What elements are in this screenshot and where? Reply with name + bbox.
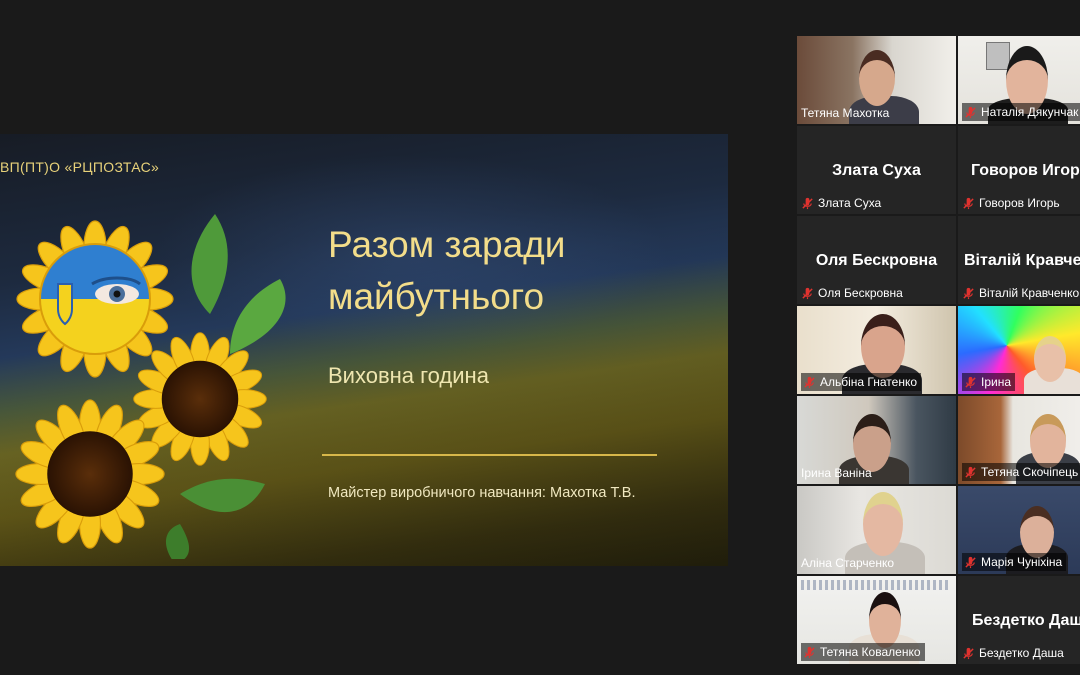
muted-mic-icon [965,466,976,478]
participant-name: Бездетко Даша [979,646,1064,660]
muted-mic-icon [802,287,813,299]
shared-screen-slide: ВП(ПТ)О «РЦПОЗТАС» Разом заради майбутнь… [0,134,728,566]
participant-label: Віталій Кравченко [962,286,1079,300]
muted-mic-icon [963,287,974,299]
participant-tile[interactable]: Віталій Кравченко Віталій Кравченко [958,216,1080,304]
slide-title-line-1: Разом заради [328,224,566,265]
participant-label: Злата Суха [801,196,881,210]
participant-label: Тетяна Коваленко [801,643,925,661]
participant-label: Аліна Старченко [801,556,894,570]
participant-tile[interactable]: Аліна Старченко [797,486,956,574]
participant-name: Тетяна Коваленко [820,645,921,659]
participant-tile[interactable]: Оля Бескровна Оля Бескровна [797,216,956,304]
slide-author: Майстер виробничого навчання: Махотка Т.… [328,485,636,501]
background-banner [801,580,951,590]
person-head [1034,336,1066,382]
slide-subtitle: Виховна година [328,363,489,388]
participant-name: Говоров Игорь [979,196,1060,210]
person-head [1020,506,1054,558]
participant-label: Марія Чуніхіна [962,553,1067,571]
participant-tile[interactable]: Тетяна Скочіпець [958,396,1080,484]
person-head [853,414,891,472]
slide-title: Разом заради майбутнього [328,219,708,323]
participant-tile[interactable]: Альбіна Гнатенко [797,306,956,394]
participant-display-name: Оля Бескровна [815,252,938,269]
participant-name: Наталія Дякунчак [981,105,1079,119]
participant-tile[interactable]: Злата Суха Злата Суха [797,126,956,214]
participant-label: Оля Бескровна [801,286,903,300]
participant-name: Злата Суха [818,196,882,210]
participant-display-name: Бездетко Даша [972,612,1080,629]
participant-tile[interactable]: Ірина [958,306,1080,394]
participant-label: Бездетко Даша [962,646,1064,660]
person-head [1030,414,1066,468]
participant-tile[interactable]: Тетяна Коваленко [797,576,956,664]
participant-tile[interactable]: Говоров Игорь Говоров Игорь [958,126,1080,214]
muted-mic-icon [963,197,974,209]
participant-label: Альбіна Гнатенко [801,373,922,391]
participant-label: Тетяна Скочіпець [962,463,1080,481]
participant-tile[interactable]: Наталія Дякунчак [958,36,1080,124]
participant-tile[interactable]: Марія Чуніхіна [958,486,1080,574]
participant-label: Говоров Игорь [962,196,1060,210]
participant-name: Тетяна Скочіпець [981,465,1079,479]
participant-tile[interactable]: Бездетко Даша Бездетко Даша [958,576,1080,664]
muted-mic-icon [965,556,976,568]
muted-mic-icon [963,647,974,659]
participant-display-name: Злата Суха [832,162,921,179]
participant-label: Ірина [962,373,1016,391]
muted-mic-icon [804,646,815,658]
sunflowers-illustration [15,214,286,559]
person-head [869,592,901,648]
participant-name: Оля Бескровна [818,286,903,300]
participant-name: Віталій Кравченко [979,286,1080,300]
participant-label: Ірина Ваніна [801,466,872,480]
slide-title-line-2: майбутнього [328,276,545,317]
participant-name: Аліна Старченко [801,556,895,570]
participant-display-name: Віталій Кравченко [964,252,1080,269]
slide-divider [322,454,657,456]
muted-mic-icon [965,106,976,118]
participant-name: Ірина [981,375,1012,389]
person-head [863,492,903,556]
participant-name: Альбіна Гнатенко [820,375,918,389]
participant-tile[interactable]: Ірина Ваніна [797,396,956,484]
person-head [861,314,905,378]
muted-mic-icon [802,197,813,209]
participant-name: Ірина Ваніна [801,466,872,480]
muted-mic-icon [965,376,976,388]
participant-label: Наталія Дякунчак [962,103,1080,121]
participant-tile[interactable]: Тетяна Махотка [797,36,956,124]
muted-mic-icon [804,376,815,388]
wall-clock [986,42,1010,70]
participant-label: Тетяна Махотка [801,106,889,120]
participant-display-name: Говоров Игорь [971,162,1080,179]
participant-name: Марія Чуніхіна [981,555,1063,569]
participant-name: Тетяна Махотка [801,106,890,120]
person-head [859,50,895,106]
slide-organization: ВП(ПТ)О «РЦПОЗТАС» [0,159,160,175]
